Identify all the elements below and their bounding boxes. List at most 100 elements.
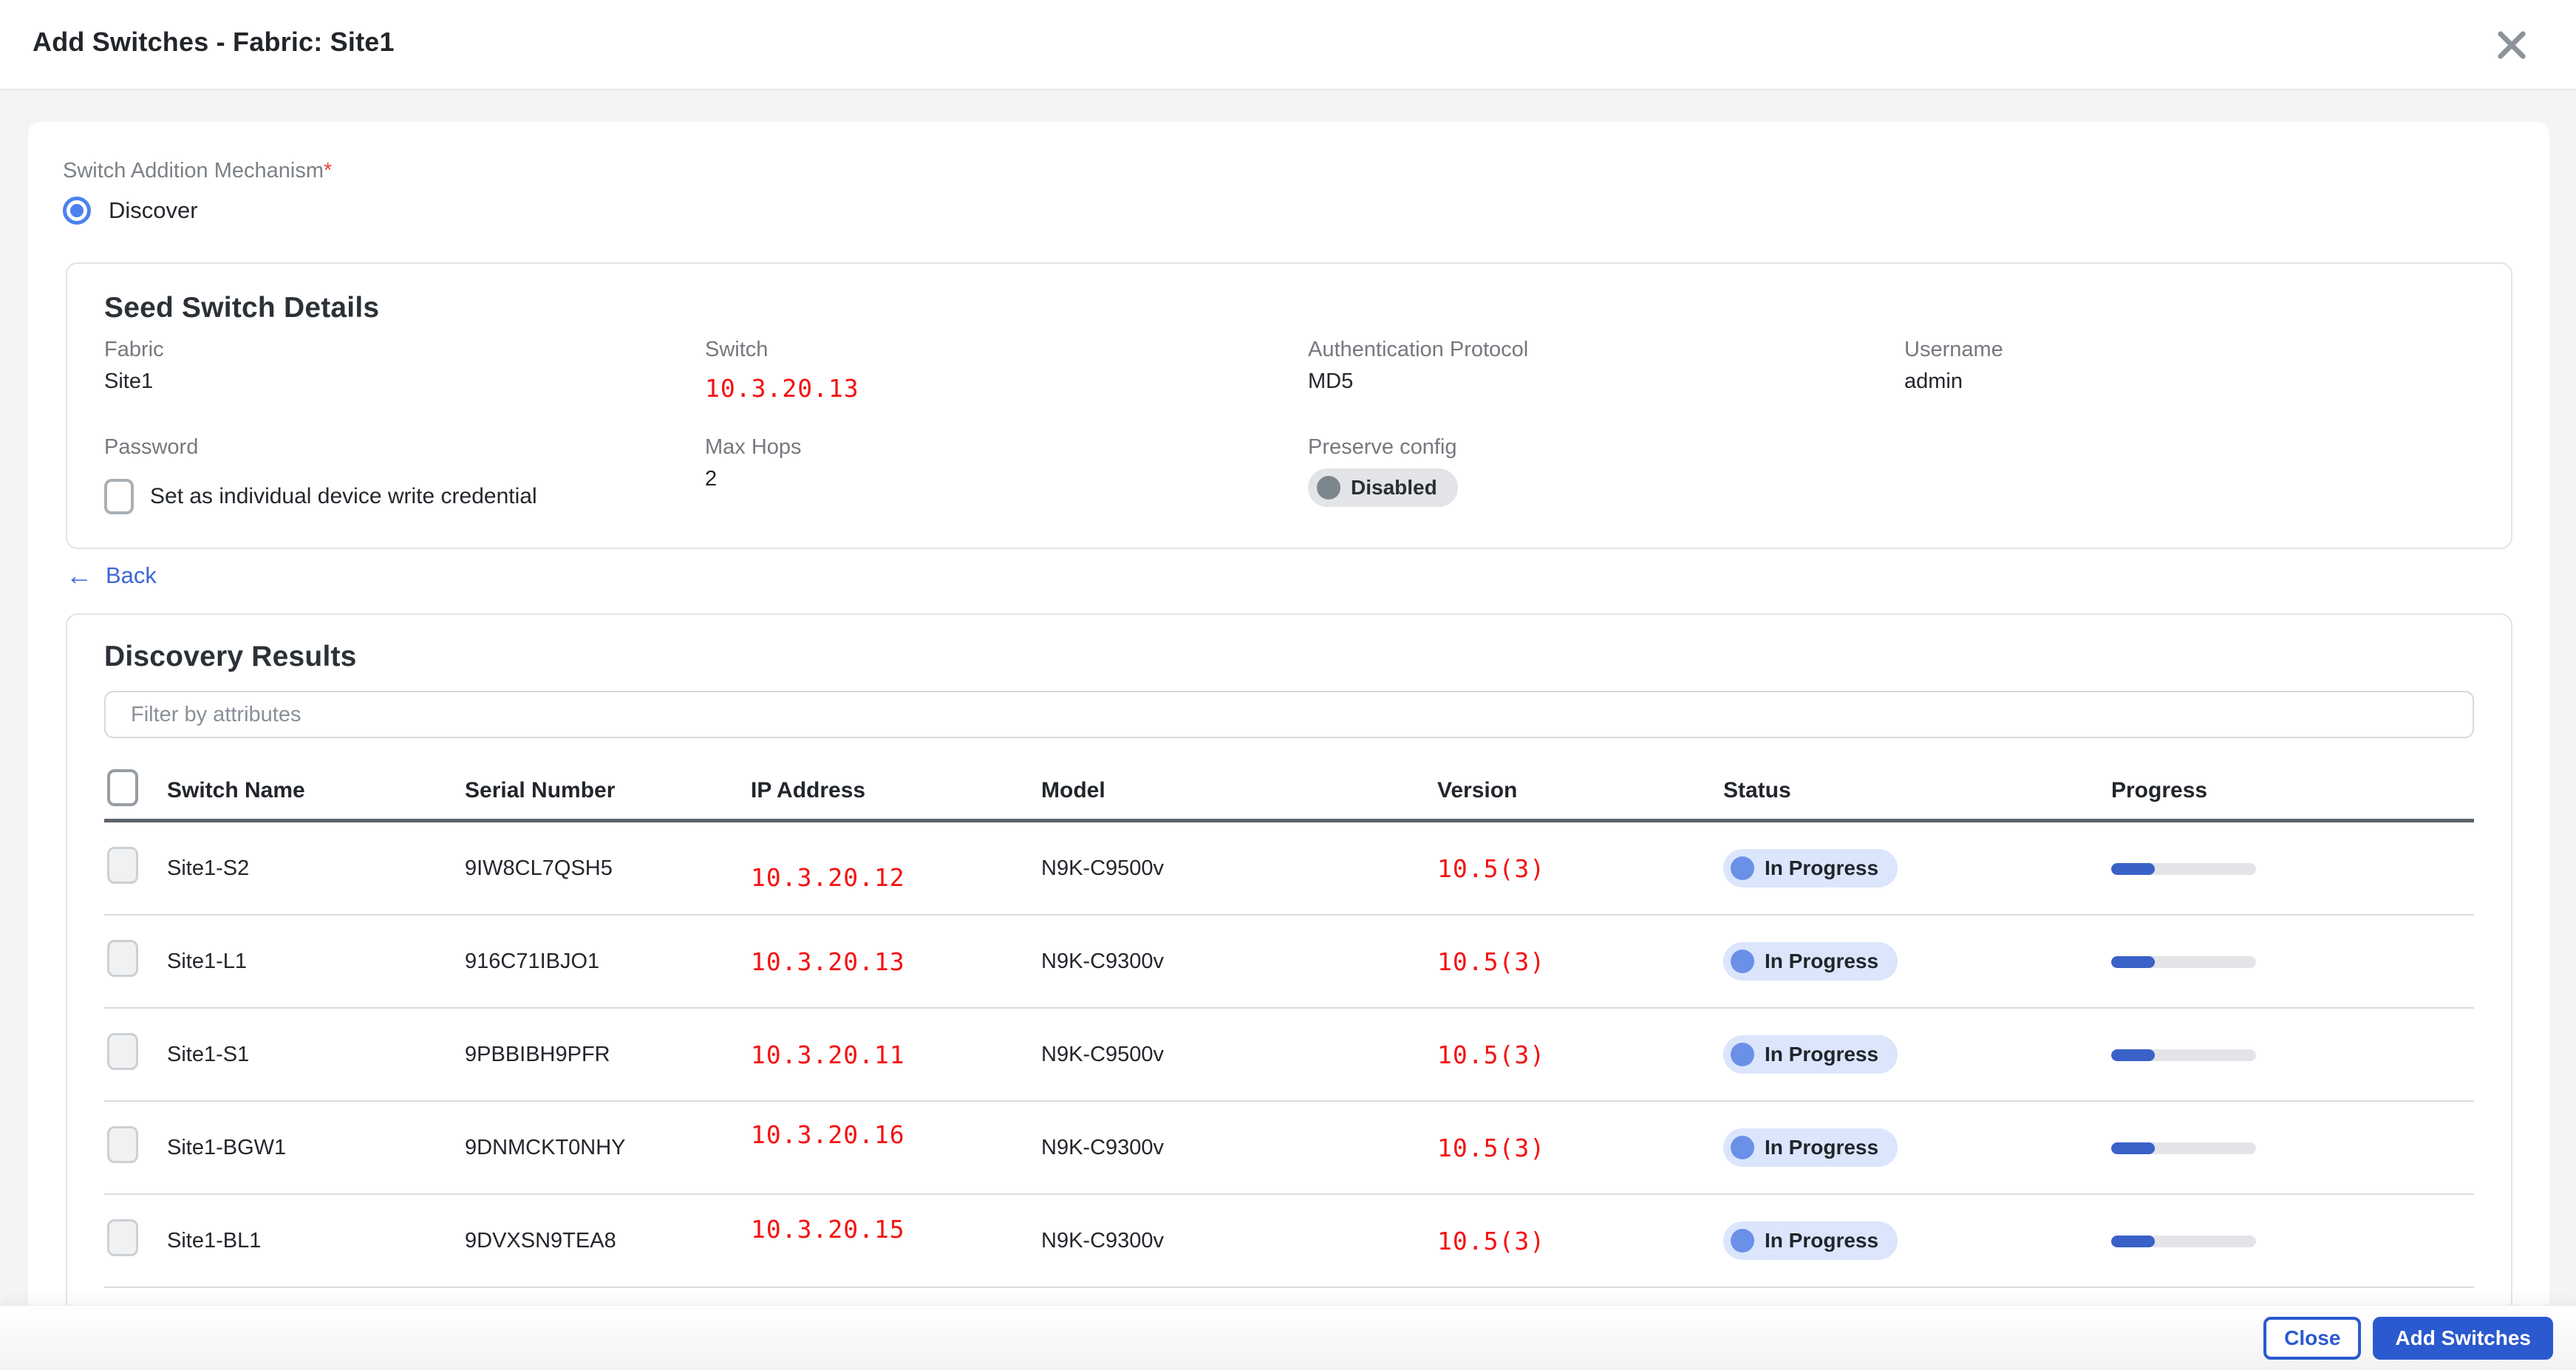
discovery-table: Switch Name Serial Number IP Address Mod… bbox=[104, 762, 2474, 1288]
write-credential-label: Set as individual device write credentia… bbox=[150, 484, 537, 509]
switch-addition-mechanism-section: Switch Addition Mechanism* Discover bbox=[63, 159, 332, 225]
close-button[interactable]: Close bbox=[2263, 1317, 2361, 1360]
cell-status: In Progress bbox=[1723, 942, 2111, 981]
version-value: 10.5(3) bbox=[1437, 854, 1545, 883]
version-value: 10.5(3) bbox=[1437, 1134, 1545, 1162]
status-label: In Progress bbox=[1765, 1043, 1878, 1066]
preserve-config-label: Preserve config bbox=[1308, 435, 1904, 460]
cell-switch-name: Site1-BL1 bbox=[167, 1229, 465, 1253]
table-header-row: Switch Name Serial Number IP Address Mod… bbox=[104, 762, 2474, 822]
row-checkbox-cell bbox=[104, 1219, 167, 1262]
back-link-label: Back bbox=[106, 562, 157, 589]
dialog-header: Add Switches - Fabric: Site1 bbox=[0, 0, 2576, 90]
cell-progress bbox=[2111, 1043, 2474, 1067]
progress-bar bbox=[2111, 863, 2256, 875]
cell-model: N9K-C9300v bbox=[1041, 1136, 1437, 1160]
cell-switch-name: Site1-L1 bbox=[167, 950, 465, 974]
username-field: Username admin bbox=[1904, 338, 2474, 403]
cell-progress bbox=[2111, 950, 2474, 974]
add-switches-button[interactable]: Add Switches bbox=[2373, 1317, 2553, 1360]
row-checkbox-cell bbox=[104, 940, 167, 983]
discovery-results-card: Discovery Results Switch Name Serial Num… bbox=[66, 613, 2512, 1306]
row-checkbox-cell bbox=[104, 847, 167, 890]
status-dot-icon bbox=[1731, 1229, 1754, 1253]
status-label: In Progress bbox=[1765, 1229, 1878, 1253]
progress-bar bbox=[2111, 1142, 2256, 1154]
max-hops-field: Max Hops 2 bbox=[705, 435, 1308, 514]
ip-value: 10.3.20.13 bbox=[751, 947, 905, 976]
discovery-table-body: Site1-S29IW8CL7QSH510.3.20.12N9K-C9500v1… bbox=[104, 822, 2474, 1288]
password-label: Password bbox=[104, 435, 705, 460]
progress-fill bbox=[2111, 1142, 2155, 1154]
back-arrow-icon: ← bbox=[66, 562, 92, 589]
fabric-field: Fabric Site1 bbox=[104, 338, 705, 403]
cell-serial-number: 9DVXSN9TEA8 bbox=[465, 1229, 751, 1253]
mechanism-label: Switch Addition Mechanism bbox=[63, 159, 324, 183]
switch-label: Switch bbox=[705, 338, 1308, 362]
cell-status: In Progress bbox=[1723, 1035, 2111, 1074]
status-dot-icon bbox=[1731, 1136, 1754, 1159]
progress-bar bbox=[2111, 1236, 2256, 1247]
row-checkbox[interactable] bbox=[107, 940, 138, 977]
password-field: Password Set as individual device write … bbox=[104, 435, 705, 514]
version-value: 10.5(3) bbox=[1437, 1227, 1545, 1255]
preserve-config-value: Disabled bbox=[1351, 476, 1437, 500]
row-checkbox[interactable] bbox=[107, 1219, 138, 1256]
progress-fill bbox=[2111, 1236, 2155, 1247]
max-hops-label: Max Hops bbox=[705, 435, 1308, 460]
status-badge: In Progress bbox=[1723, 849, 1898, 887]
row-checkbox[interactable] bbox=[107, 847, 138, 884]
row-checkbox[interactable] bbox=[107, 1126, 138, 1163]
cell-serial-number: 916C71IBJO1 bbox=[465, 950, 751, 974]
cell-model: N9K-C9300v bbox=[1041, 950, 1437, 974]
discover-radio[interactable] bbox=[63, 197, 91, 225]
filter-input[interactable] bbox=[104, 691, 2474, 738]
write-credential-checkbox[interactable] bbox=[104, 479, 134, 514]
auth-protocol-label: Authentication Protocol bbox=[1308, 338, 1904, 362]
cell-status: In Progress bbox=[1723, 1128, 2111, 1167]
cell-serial-number: 9PBBIBH9PFR bbox=[465, 1043, 751, 1067]
cell-status: In Progress bbox=[1723, 849, 2111, 887]
radio-dot-icon bbox=[70, 204, 84, 217]
select-all-checkbox[interactable] bbox=[107, 769, 138, 806]
dialog-body-panel: Switch Addition Mechanism* Discover Seed… bbox=[28, 122, 2549, 1306]
dialog-footer: Close Add Switches bbox=[0, 1305, 2576, 1370]
status-dot-icon bbox=[1731, 856, 1754, 880]
ip-value: 10.3.20.15 bbox=[751, 1215, 905, 1244]
fabric-value: Site1 bbox=[104, 369, 705, 394]
select-all-checkbox-cell bbox=[104, 769, 167, 812]
cell-version: 10.5(3) bbox=[1437, 1134, 1723, 1162]
switch-ip-value: 10.3.20.13 bbox=[705, 374, 1308, 403]
col-model: Model bbox=[1041, 778, 1437, 803]
auth-protocol-field: Authentication Protocol MD5 bbox=[1308, 338, 1904, 403]
seed-switch-details-title: Seed Switch Details bbox=[104, 292, 2474, 324]
status-label: In Progress bbox=[1765, 1136, 1878, 1159]
cell-ip-address: 10.3.20.12 bbox=[751, 854, 1041, 883]
col-progress: Progress bbox=[2111, 778, 2474, 803]
cell-switch-name: Site1-S2 bbox=[167, 856, 465, 881]
discover-radio-label: Discover bbox=[109, 197, 198, 224]
version-value: 10.5(3) bbox=[1437, 1040, 1545, 1069]
status-label: In Progress bbox=[1765, 856, 1878, 880]
table-row: Site1-L1916C71IBJO110.3.20.13N9K-C9300v1… bbox=[104, 916, 2474, 1009]
cell-ip-address: 10.3.20.15 bbox=[751, 1227, 1041, 1255]
cell-model: N9K-C9500v bbox=[1041, 856, 1437, 881]
status-dot-icon bbox=[1731, 950, 1754, 973]
cell-version: 10.5(3) bbox=[1437, 854, 1723, 883]
username-value: admin bbox=[1904, 369, 2474, 394]
table-row: Site1-BGW19DNMCKT0NHY10.3.20.16N9K-C9300… bbox=[104, 1102, 2474, 1195]
progress-fill bbox=[2111, 956, 2155, 968]
close-icon[interactable] bbox=[2486, 19, 2538, 71]
progress-fill bbox=[2111, 1049, 2155, 1061]
col-version: Version bbox=[1437, 778, 1723, 803]
cell-switch-name: Site1-BGW1 bbox=[167, 1136, 465, 1160]
disabled-dot-icon bbox=[1317, 476, 1340, 500]
status-badge: In Progress bbox=[1723, 1128, 1898, 1167]
back-link[interactable]: ← Back bbox=[66, 562, 157, 589]
row-checkbox[interactable] bbox=[107, 1033, 138, 1070]
col-status: Status bbox=[1723, 778, 2111, 803]
cell-model: N9K-C9300v bbox=[1041, 1229, 1437, 1253]
cell-ip-address: 10.3.20.13 bbox=[751, 947, 1041, 976]
row-checkbox-cell bbox=[104, 1126, 167, 1169]
cell-ip-address: 10.3.20.11 bbox=[751, 1040, 1041, 1069]
